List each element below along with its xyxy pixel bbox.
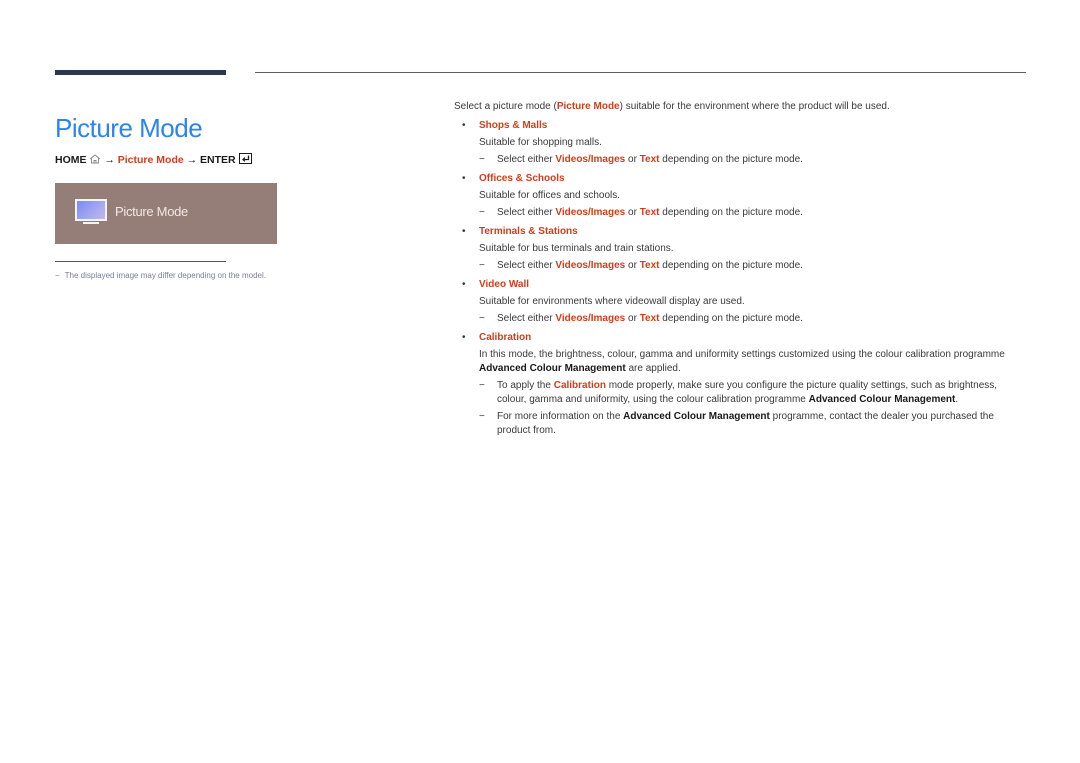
- note-highlight: Videos/Images: [555, 154, 626, 165]
- note-highlight: Calibration: [553, 380, 606, 391]
- note-highlight: Videos/Images: [555, 207, 626, 218]
- note-highlight: Text: [639, 260, 660, 271]
- breadcrumb-arrow: →: [186, 154, 198, 166]
- home-icon: [89, 154, 101, 167]
- mode-note: − Select either Videos/Images or Text dep…: [479, 153, 1029, 167]
- mode-desc: Suitable for offices and schools.: [479, 190, 621, 201]
- note-pre: Select either: [497, 154, 556, 165]
- note-post: .: [955, 394, 959, 405]
- note-post: depending on the picture mode.: [659, 313, 803, 324]
- mode-desc: In this mode, the brightness, colour, ga…: [479, 348, 1029, 376]
- note-highlight: Text: [639, 154, 660, 165]
- tv-monitor-icon: [75, 199, 107, 224]
- note-pre: To apply the: [497, 380, 554, 391]
- breadcrumb: HOME → Picture Mode → ENTER: [55, 153, 252, 167]
- mode-item-terminals-stations: • Terminals & Stations Suitable for bus …: [454, 225, 1029, 273]
- bullet: •: [462, 173, 466, 184]
- content-body: Select a picture mode (Picture Mode) sui…: [454, 100, 1029, 443]
- osd-label: Picture Mode: [115, 204, 188, 219]
- note-highlight: Text: [639, 207, 660, 218]
- dash: −: [479, 313, 485, 324]
- mode-note: − For more information on the Advanced Co…: [479, 410, 1029, 438]
- mode-title: Calibration: [479, 332, 532, 343]
- mode-title: Offices & Schools: [479, 173, 565, 184]
- intro-after: ) suitable for the environment where the…: [619, 101, 890, 112]
- intro-before: Select a picture mode (: [454, 101, 557, 112]
- note-pre: Select either: [497, 207, 556, 218]
- dash: −: [479, 411, 485, 422]
- note-mid: or: [625, 260, 640, 271]
- note-mid: or: [625, 313, 640, 324]
- mode-note: − Select either Videos/Images or Text dep…: [479, 312, 1029, 326]
- note-mid: or: [625, 154, 640, 165]
- note-text: The displayed image may differ depending…: [64, 271, 266, 280]
- note-post: depending on the picture mode.: [659, 207, 803, 218]
- mode-desc: Suitable for bus terminals and train sta…: [479, 243, 674, 254]
- breadcrumb-picture-mode: Picture Mode: [117, 154, 184, 166]
- breadcrumb-home: HOME: [55, 154, 87, 166]
- note-highlight: Text: [639, 313, 660, 324]
- note-pre: Select either: [497, 313, 556, 324]
- note-mid: or: [625, 207, 640, 218]
- mode-title: Video Wall: [479, 279, 530, 290]
- desc-bold: Advanced Colour Management: [479, 363, 626, 374]
- mode-note: − To apply the Calibration mode properly,…: [479, 379, 1029, 407]
- mode-title: Terminals & Stations: [479, 226, 578, 237]
- dash: −: [479, 260, 485, 271]
- mode-desc: Suitable for shopping malls.: [479, 137, 602, 148]
- mode-item-video-wall: • Video Wall Suitable for environments w…: [454, 278, 1029, 326]
- enter-icon: [238, 153, 252, 167]
- dash: −: [479, 154, 485, 165]
- bullet: •: [462, 120, 466, 131]
- breadcrumb-arrow: →: [104, 154, 115, 166]
- note-pre: Select either: [497, 260, 556, 271]
- mode-title: Shops & Malls: [479, 120, 548, 131]
- mode-desc: Suitable for environments where videowal…: [479, 296, 745, 307]
- intro-highlight: Picture Mode: [556, 101, 620, 112]
- dash: −: [479, 207, 485, 218]
- note-post: depending on the picture mode.: [659, 154, 803, 165]
- page-title: Picture Mode: [55, 113, 203, 144]
- osd-preview-image: Picture Mode: [55, 183, 277, 244]
- desc-post: are applied.: [625, 363, 681, 374]
- note-bold: Advanced Colour Management: [808, 394, 956, 405]
- note-dash: −: [55, 271, 60, 280]
- note-highlight: Videos/Images: [555, 260, 626, 271]
- note-bold: Advanced Colour Management: [623, 411, 770, 422]
- desc-pre: In this mode, the brightness, colour, ga…: [479, 349, 1005, 360]
- dash: −: [479, 380, 485, 391]
- header-accent-bar: [55, 70, 226, 75]
- mode-item-calibration: • Calibration In this mode, the brightne…: [454, 331, 1029, 438]
- note-pre: For more information on the: [497, 411, 624, 422]
- bullet: •: [462, 279, 466, 290]
- mode-item-offices-schools: • Offices & Schools Suitable for offices…: [454, 172, 1029, 220]
- breadcrumb-enter: ENTER: [200, 154, 236, 166]
- note-highlight: Videos/Images: [555, 313, 626, 324]
- bullet: •: [462, 332, 466, 343]
- image-note: − The displayed image may differ dependin…: [55, 271, 266, 280]
- note-divider: [55, 261, 226, 262]
- note-post: depending on the picture mode.: [659, 260, 803, 271]
- mode-item-shops-malls: • Shops & Malls Suitable for shopping ma…: [454, 119, 1029, 167]
- mode-note: − Select either Videos/Images or Text dep…: [479, 259, 1029, 273]
- header-rule: [255, 72, 1026, 73]
- mode-note: − Select either Videos/Images or Text dep…: [479, 206, 1029, 220]
- bullet: •: [462, 226, 466, 237]
- intro-text: Select a picture mode (Picture Mode) sui…: [454, 100, 1029, 114]
